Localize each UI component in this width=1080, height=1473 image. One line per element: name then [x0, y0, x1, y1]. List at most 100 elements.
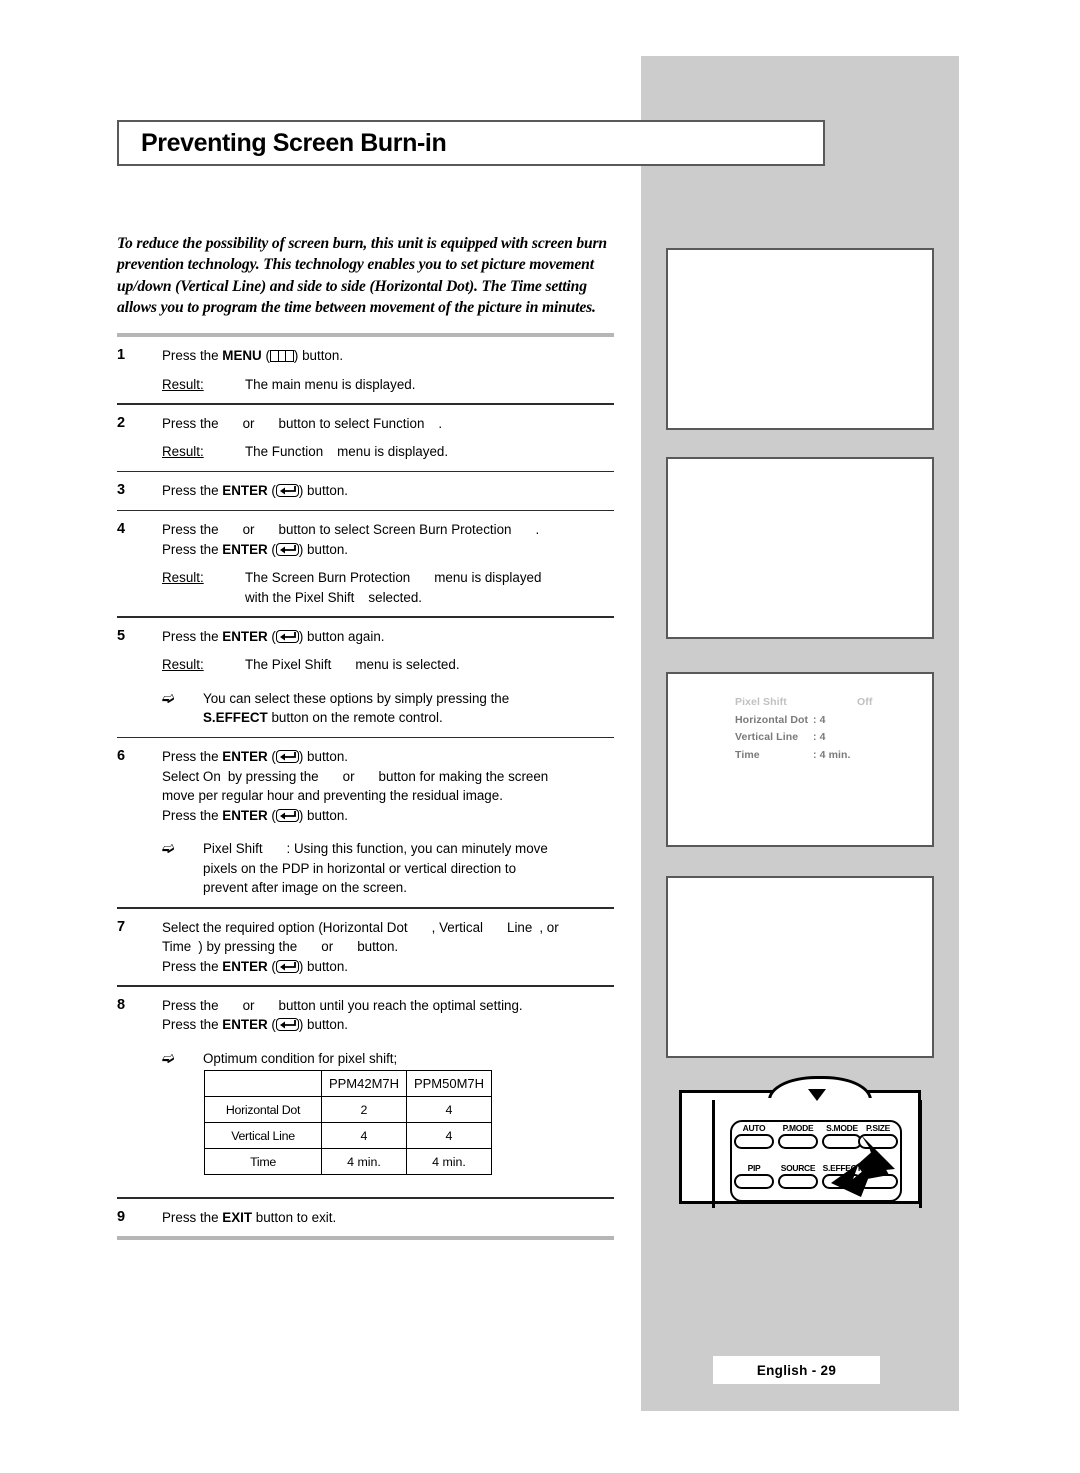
down-triangle-icon — [808, 1089, 826, 1101]
osd-value-horizontal-dot: : 4 — [813, 713, 826, 726]
step-1-line-1: Press the MENU () button. — [162, 348, 344, 363]
table-cell-vl-50: 4 — [406, 1122, 492, 1149]
step-6-note-line-1: Pixel Shift: Using this function, you ca… — [203, 841, 548, 857]
step-3-number: 3 — [117, 482, 126, 499]
table-col-ppm42m7h: PPM42M7H — [321, 1070, 407, 1097]
osd-value-pixel-shift: Off — [857, 696, 873, 708]
step-4-result-text-a: The Screen Burn Protection — [245, 570, 411, 586]
step-1-number: 1 — [117, 347, 126, 363]
step-2-number: 2 — [117, 414, 126, 431]
step-2-result: Result: The Function menu is displayed. — [162, 442, 614, 462]
remote-button-source-cap[interactable] — [778, 1174, 818, 1189]
step-6-note-line-2: pixels on the PDP in horizontal or verti… — [203, 860, 517, 876]
step-8-note: ➫ Optimum condition for pixel shift; — [162, 1049, 614, 1069]
step-5-line-1: Press the ENTER () button again. — [162, 628, 385, 644]
step-8-line-1: Press the or button until you reach the op… — [162, 997, 523, 1013]
step-6: 6 Press the ENTER () button. Select On by… — [117, 738, 614, 907]
osd-row-vertical-line: Vertical Line : 4 — [735, 729, 925, 747]
step-4-line-2: Press the ENTER () button. — [162, 541, 349, 557]
key-enter: ENTER — [222, 628, 268, 644]
table-cell-vl-42: 4 — [321, 1122, 407, 1149]
osd-value-time: : 4 min. — [813, 748, 851, 761]
enter-icon — [275, 542, 299, 556]
table-row-label-time: Time — [204, 1148, 322, 1175]
intro-paragraph: To reduce the possibility of screen burn… — [117, 234, 607, 317]
step-6-number: 6 — [117, 748, 126, 765]
remote-button-pmode[interactable]: P.MODE — [778, 1123, 818, 1149]
enter-icon — [275, 1018, 299, 1032]
step-5-note-line-2: S.EFFECT button on the remote control. — [203, 710, 443, 726]
table-row: Horizontal Dot 2 4 — [204, 1096, 492, 1123]
key-enter: ENTER — [222, 541, 268, 557]
key-enter: ENTER — [222, 958, 268, 974]
osd-row-time: Time : 4 min. — [735, 747, 925, 765]
remote-button-pip[interactable]: PIP — [734, 1163, 774, 1189]
step-7-line-2: Time) by pressing the or button. — [162, 939, 399, 955]
remote-left-rail — [712, 1100, 715, 1208]
remote-body: AUTO P.MODE S.MODE P.SIZE PIP SOURCE S.E… — [679, 1076, 922, 1208]
table-row-label-horizontal-dot: Horizontal Dot — [204, 1096, 322, 1123]
remote-button-auto[interactable]: AUTO — [734, 1123, 774, 1149]
step-4-result-text-b: menu is displayed — [434, 570, 542, 586]
step-4: 4 Press the or button to select Screen Bur… — [117, 511, 614, 616]
step-4-result-text-c: with the Pixel Shift — [245, 589, 355, 605]
step-7-number: 7 — [117, 918, 126, 935]
step-3: 3 Press the ENTER () button. — [117, 472, 614, 510]
step-1-result-text: The main menu is displayed. — [245, 376, 416, 392]
osd-row-horizontal-dot: Horizontal Dot : 4 — [735, 712, 925, 730]
remote-button-source[interactable]: SOURCE — [778, 1163, 818, 1189]
key-enter: ENTER — [222, 807, 268, 823]
step-6-line-4: Press the ENTER () button. — [162, 807, 349, 823]
step-2: 2 Press the or button to select Function. … — [117, 405, 614, 471]
step-5-note-line-1: You can select these options by simply p… — [203, 690, 510, 706]
remote-button-auto-label: AUTO — [742, 1123, 766, 1133]
step-6-note-line-3: prevent after image on the screen. — [203, 880, 407, 896]
step-9-line-1: Press the EXIT button to exit. — [162, 1209, 337, 1225]
page-footer-label: English - 29 — [756, 1362, 837, 1378]
remote-button-auto-cap[interactable] — [734, 1134, 774, 1149]
remote-control-illustration: AUTO P.MODE S.MODE P.SIZE PIP SOURCE S.E… — [666, 1076, 934, 1208]
step-2-result-text-a: The Function — [245, 444, 324, 460]
step-4-result-label: Result: — [162, 570, 204, 586]
remote-button-smode-label: S.MODE — [826, 1123, 858, 1133]
remote-button-pmode-cap[interactable] — [778, 1134, 818, 1149]
remote-button-source-label: SOURCE — [780, 1163, 816, 1173]
step-5-result: Result: The Pixel Shift menu is selected. — [162, 655, 614, 675]
pixel-shift-spec-table: PPM42M7H PPM50M7H Horizontal Dot 2 4 Ver… — [204, 1070, 492, 1175]
remote-button-pip-label: PIP — [747, 1163, 761, 1173]
step-4-number: 4 — [117, 521, 126, 538]
key-exit: EXIT — [222, 1209, 253, 1225]
step-7-line-1: Select the required option (Horizontal D… — [162, 919, 559, 935]
step-3-line-1: Press the ENTER () button. — [162, 483, 349, 499]
osd-label-pixel-shift: Pixel Shift — [735, 696, 787, 708]
table-row-label-vertical-line: Vertical Line — [204, 1122, 322, 1149]
remote-button-pmode-label: P.MODE — [782, 1123, 814, 1133]
step-4-line-1: Press the or button to select Screen Burn … — [162, 522, 540, 538]
step-8-number: 8 — [117, 996, 126, 1013]
step-7: 7 Select the required option (Horizontal… — [117, 909, 614, 986]
step-9: 9 Press the EXIT button to exit. — [117, 1199, 614, 1237]
step-6-note: ➫ Pixel Shift: Using this function, you … — [162, 839, 614, 898]
step-4-result: Result: The Screen Burn Protection menu i… — [162, 568, 614, 607]
step-6-line-1: Press the ENTER () button. — [162, 749, 349, 765]
step-8-line-2: Press the ENTER () button. — [162, 1017, 349, 1033]
page-title-box: Preventing Screen Burn-in — [117, 120, 825, 166]
osd-label-horizontal-dot: Horizontal Dot — [735, 713, 809, 726]
arrow-bullet-icon: ➫ — [162, 840, 175, 858]
step-1-result: Result: The main menu is displayed. — [162, 375, 614, 395]
remote-button-pip-cap[interactable] — [734, 1174, 774, 1189]
step-5-result-text-b: menu is selected. — [355, 657, 460, 673]
enter-icon — [275, 808, 299, 822]
step-9-number: 9 — [117, 1208, 126, 1225]
enter-icon — [275, 959, 299, 973]
page-title: Preventing Screen Burn-in — [141, 128, 447, 157]
illustration-box-4 — [666, 876, 934, 1058]
table-row: Time 4 min. 4 min. — [204, 1148, 492, 1175]
pointer-arrow-icon — [831, 1135, 895, 1197]
step-5-result-label: Result: — [162, 657, 204, 673]
enter-icon — [275, 484, 299, 498]
osd-value-vertical-line: : 4 — [813, 731, 826, 744]
table-cell-hd-50: 4 — [406, 1096, 492, 1123]
enter-icon — [275, 750, 299, 764]
enter-icon — [275, 629, 299, 643]
